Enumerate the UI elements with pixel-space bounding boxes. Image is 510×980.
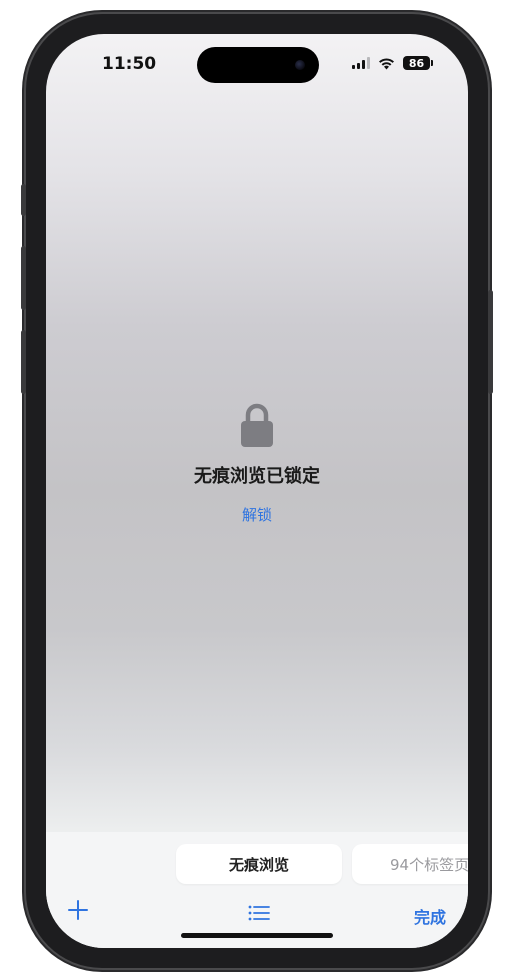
power-button	[488, 290, 493, 394]
volume-down-button	[21, 330, 26, 394]
cellular-signal-icon	[352, 57, 370, 69]
home-indicator	[181, 933, 333, 938]
tab-toolbar: 无痕浏览 94个标签页 完成	[46, 832, 468, 948]
status-indicators: 86	[352, 56, 433, 70]
volume-up-button	[21, 246, 26, 310]
done-button[interactable]: 完成	[414, 904, 446, 928]
action-button	[21, 184, 26, 216]
phone-frame: 11:50 86 无痕浏览已锁定 解锁 无痕浏览 94个标签页 完成	[21, 14, 493, 968]
lock-title: 无痕浏览已锁定	[194, 466, 320, 487]
lock-icon	[241, 403, 273, 447]
dynamic-island	[197, 47, 319, 83]
unlock-button[interactable]: 解锁	[46, 504, 468, 525]
private-locked-panel: 无痕浏览已锁定 解锁	[46, 402, 468, 525]
battery-icon: 86	[403, 56, 433, 70]
plus-icon[interactable]	[68, 900, 88, 920]
tab-group-private[interactable]: 无痕浏览	[176, 844, 342, 884]
status-time: 11:50	[102, 54, 157, 74]
wifi-icon	[379, 57, 394, 69]
tab-group-normal[interactable]: 94个标签页	[352, 844, 468, 884]
screen: 11:50 86 无痕浏览已锁定 解锁 无痕浏览 94个标签页 完成	[46, 34, 468, 948]
camera-icon	[295, 60, 305, 70]
list-icon[interactable]	[248, 904, 270, 922]
